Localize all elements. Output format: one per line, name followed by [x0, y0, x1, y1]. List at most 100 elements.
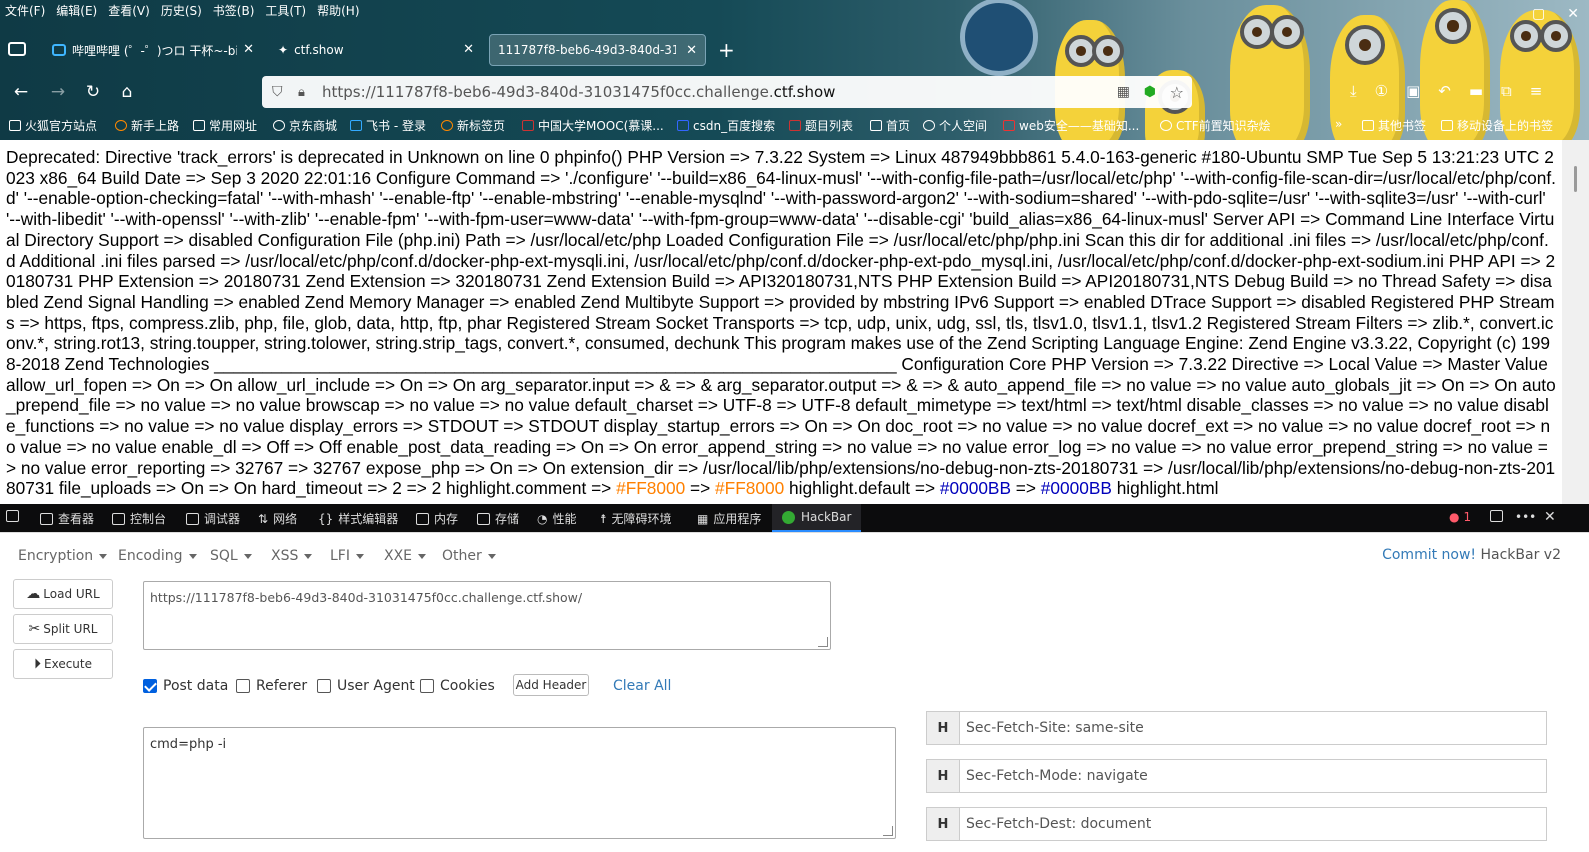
application-icon: ▦: [697, 511, 709, 526]
split-url-button[interactable]: ✂ Split URL: [13, 614, 113, 644]
bookmark-item[interactable]: 飞书 - 登录: [350, 117, 426, 134]
menu-view[interactable]: 查看(V): [103, 0, 156, 18]
post-data-checkbox[interactable]: Post data: [143, 678, 228, 694]
devtools-tab-storage[interactable]: 存储: [477, 510, 519, 527]
load-url-button[interactable]: ☁ Load URL: [13, 579, 113, 609]
header-input[interactable]: Sec-Fetch-Site: same-site: [960, 711, 1547, 745]
devtools-tab-memory[interactable]: 内存: [416, 510, 458, 527]
forward-icon[interactable]: →: [46, 80, 70, 104]
resize-grip-icon[interactable]: [883, 826, 893, 836]
commit-now-link[interactable]: Commit now!: [1382, 547, 1476, 563]
clear-all-link[interactable]: Clear All: [613, 678, 671, 694]
bookmark-item[interactable]: 首页: [870, 117, 910, 134]
commit-link[interactable]: Commit now! HackBar v2: [1382, 547, 1561, 563]
download-icon[interactable]: ⤓: [1350, 82, 1357, 100]
globe-icon: [1160, 120, 1172, 131]
devtools-tab-accessibility[interactable]: ☨ 无障碍环境: [600, 510, 672, 527]
bookmark-folder-mobile[interactable]: 移动设备上的书签: [1441, 117, 1553, 134]
bookmark-item[interactable]: 中国大学MOOC(慕课...: [522, 117, 664, 134]
account-icon[interactable]: ①: [1375, 82, 1388, 100]
menu-other[interactable]: Other: [442, 547, 496, 565]
bookmark-item[interactable]: 题目列表: [789, 117, 853, 134]
home-icon[interactable]: ⌂: [115, 80, 139, 104]
devtools-tab-debugger[interactable]: 调试器: [186, 510, 240, 527]
devtools-tab-performance[interactable]: ◔ 性能: [537, 510, 577, 527]
close-window-icon[interactable]: ✕: [1567, 6, 1579, 22]
header-input[interactable]: Sec-Fetch-Dest: document: [960, 807, 1547, 841]
menu-sql[interactable]: SQL: [210, 547, 252, 565]
addon-icon[interactable]: ▬: [1469, 82, 1483, 100]
menu-history[interactable]: 历史(S): [156, 0, 208, 18]
post-data-textarea[interactable]: cmd=php -i: [143, 727, 896, 839]
menu-help[interactable]: 帮助(H): [312, 0, 365, 18]
resize-grip-icon[interactable]: [818, 637, 828, 647]
tab-bilibili[interactable]: 哔哩哔哩 (゜-゜)つロ 干杯~-bi ✕: [44, 34, 262, 66]
reload-icon[interactable]: ↻: [81, 80, 105, 104]
execute-button[interactable]: ⏵ Execute: [13, 649, 113, 679]
header-row: H Sec-Fetch-Dest: document: [926, 807, 1547, 841]
devtools-tab-application[interactable]: ▦ 应用程序: [697, 510, 761, 527]
bookmark-item[interactable]: 个人空间: [923, 117, 987, 134]
devtools-tab-style-editor[interactable]: {} 样式编辑器: [318, 510, 398, 527]
bookmark-item[interactable]: 新手上路: [115, 117, 179, 134]
devtools-tab-network[interactable]: ⇅ 网络: [258, 510, 297, 527]
new-tab-button[interactable]: +: [718, 38, 735, 62]
header-input[interactable]: Sec-Fetch-Mode: navigate: [960, 759, 1547, 793]
dock-side-icon[interactable]: [1490, 510, 1503, 522]
add-header-button[interactable]: Add Header: [513, 674, 589, 696]
globe-icon: [273, 120, 285, 131]
menu-xss[interactable]: XSS: [271, 547, 312, 565]
bookmark-item[interactable]: 常用网址: [193, 117, 257, 134]
menu-encryption[interactable]: Encryption: [18, 547, 107, 565]
header-toggle[interactable]: H: [926, 711, 960, 745]
devtools-tab-console[interactable]: 控制台: [112, 510, 166, 527]
bookmark-item[interactable]: 京东商城: [273, 117, 337, 134]
bookmark-item[interactable]: csdn_百度搜索: [677, 117, 775, 134]
menu-lfi[interactable]: LFI: [330, 547, 364, 565]
error-count-badge[interactable]: ● 1: [1449, 510, 1471, 524]
extensions-icon[interactable]: ⧉: [1501, 82, 1512, 100]
screenshot-icon[interactable]: ▣: [1406, 82, 1420, 100]
bookmark-item[interactable]: 新标签页: [441, 117, 505, 134]
error-icon: ●: [1449, 510, 1460, 524]
bookmark-item[interactable]: 火狐官方站点: [9, 117, 97, 134]
menu-bookmarks[interactable]: 书签(B): [208, 0, 261, 18]
bookmark-folder-other[interactable]: 其他书签: [1362, 117, 1426, 134]
devtools-tab-hackbar[interactable]: HackBar: [772, 504, 862, 532]
tab-ctfshow[interactable]: ✦ ctf.show ✕: [270, 34, 482, 66]
header-toggle[interactable]: H: [926, 759, 960, 793]
page-scrollbar[interactable]: [1562, 140, 1589, 504]
menu-xxe[interactable]: XXE: [384, 547, 426, 565]
tab-challenge[interactable]: 111787f8-beb6-49d3-840d-3103 ✕: [489, 34, 706, 66]
lock-icon[interactable]: 🔒︎: [298, 85, 305, 100]
menu-icon[interactable]: ≡: [1530, 82, 1543, 100]
devtools-tab-inspector[interactable]: 查看器: [40, 510, 94, 527]
devtools-more-icon[interactable]: •••: [1515, 510, 1536, 524]
undo-icon[interactable]: ↶: [1438, 82, 1451, 100]
bookmark-star-icon[interactable]: ☆: [1170, 83, 1184, 102]
tracking-shield-icon[interactable]: ⛉: [272, 84, 283, 100]
cookies-checkbox[interactable]: Cookies: [420, 678, 495, 694]
element-picker-icon[interactable]: [6, 510, 19, 522]
address-bar[interactable]: ⛉ 🔒︎ https://111787f8-beb6-49d3-840d-310…: [262, 76, 1192, 108]
extension-icon[interactable]: ⬢: [1144, 84, 1156, 100]
bookmark-item[interactable]: web安全——基础知...: [1003, 117, 1139, 134]
menu-tools[interactable]: 工具(T): [260, 0, 312, 18]
url-textarea[interactable]: https://111787f8-beb6-49d3-840d-31031475…: [143, 581, 831, 650]
close-tab-icon[interactable]: ✕: [686, 43, 697, 58]
bookmark-item[interactable]: CTF前置知识杂烩: [1160, 117, 1271, 134]
header-toggle[interactable]: H: [926, 807, 960, 841]
menu-file[interactable]: 文件(F): [0, 0, 51, 18]
more-bookmarks-icon[interactable]: »: [1335, 117, 1342, 131]
back-icon[interactable]: ←: [9, 80, 33, 104]
restore-icon[interactable]: ▢: [1532, 6, 1545, 22]
close-tab-icon[interactable]: ✕: [243, 42, 254, 57]
qr-code-icon[interactable]: ▦: [1117, 84, 1130, 100]
user-agent-checkbox[interactable]: User Agent: [317, 678, 415, 694]
menu-edit[interactable]: 编辑(E): [51, 0, 103, 18]
referer-checkbox[interactable]: Referer: [236, 678, 307, 694]
menu-encoding[interactable]: Encoding: [118, 547, 197, 565]
close-tab-icon[interactable]: ✕: [463, 42, 474, 57]
tab-overview-icon[interactable]: [8, 42, 26, 56]
devtools-close-icon[interactable]: ✕: [1544, 509, 1556, 525]
